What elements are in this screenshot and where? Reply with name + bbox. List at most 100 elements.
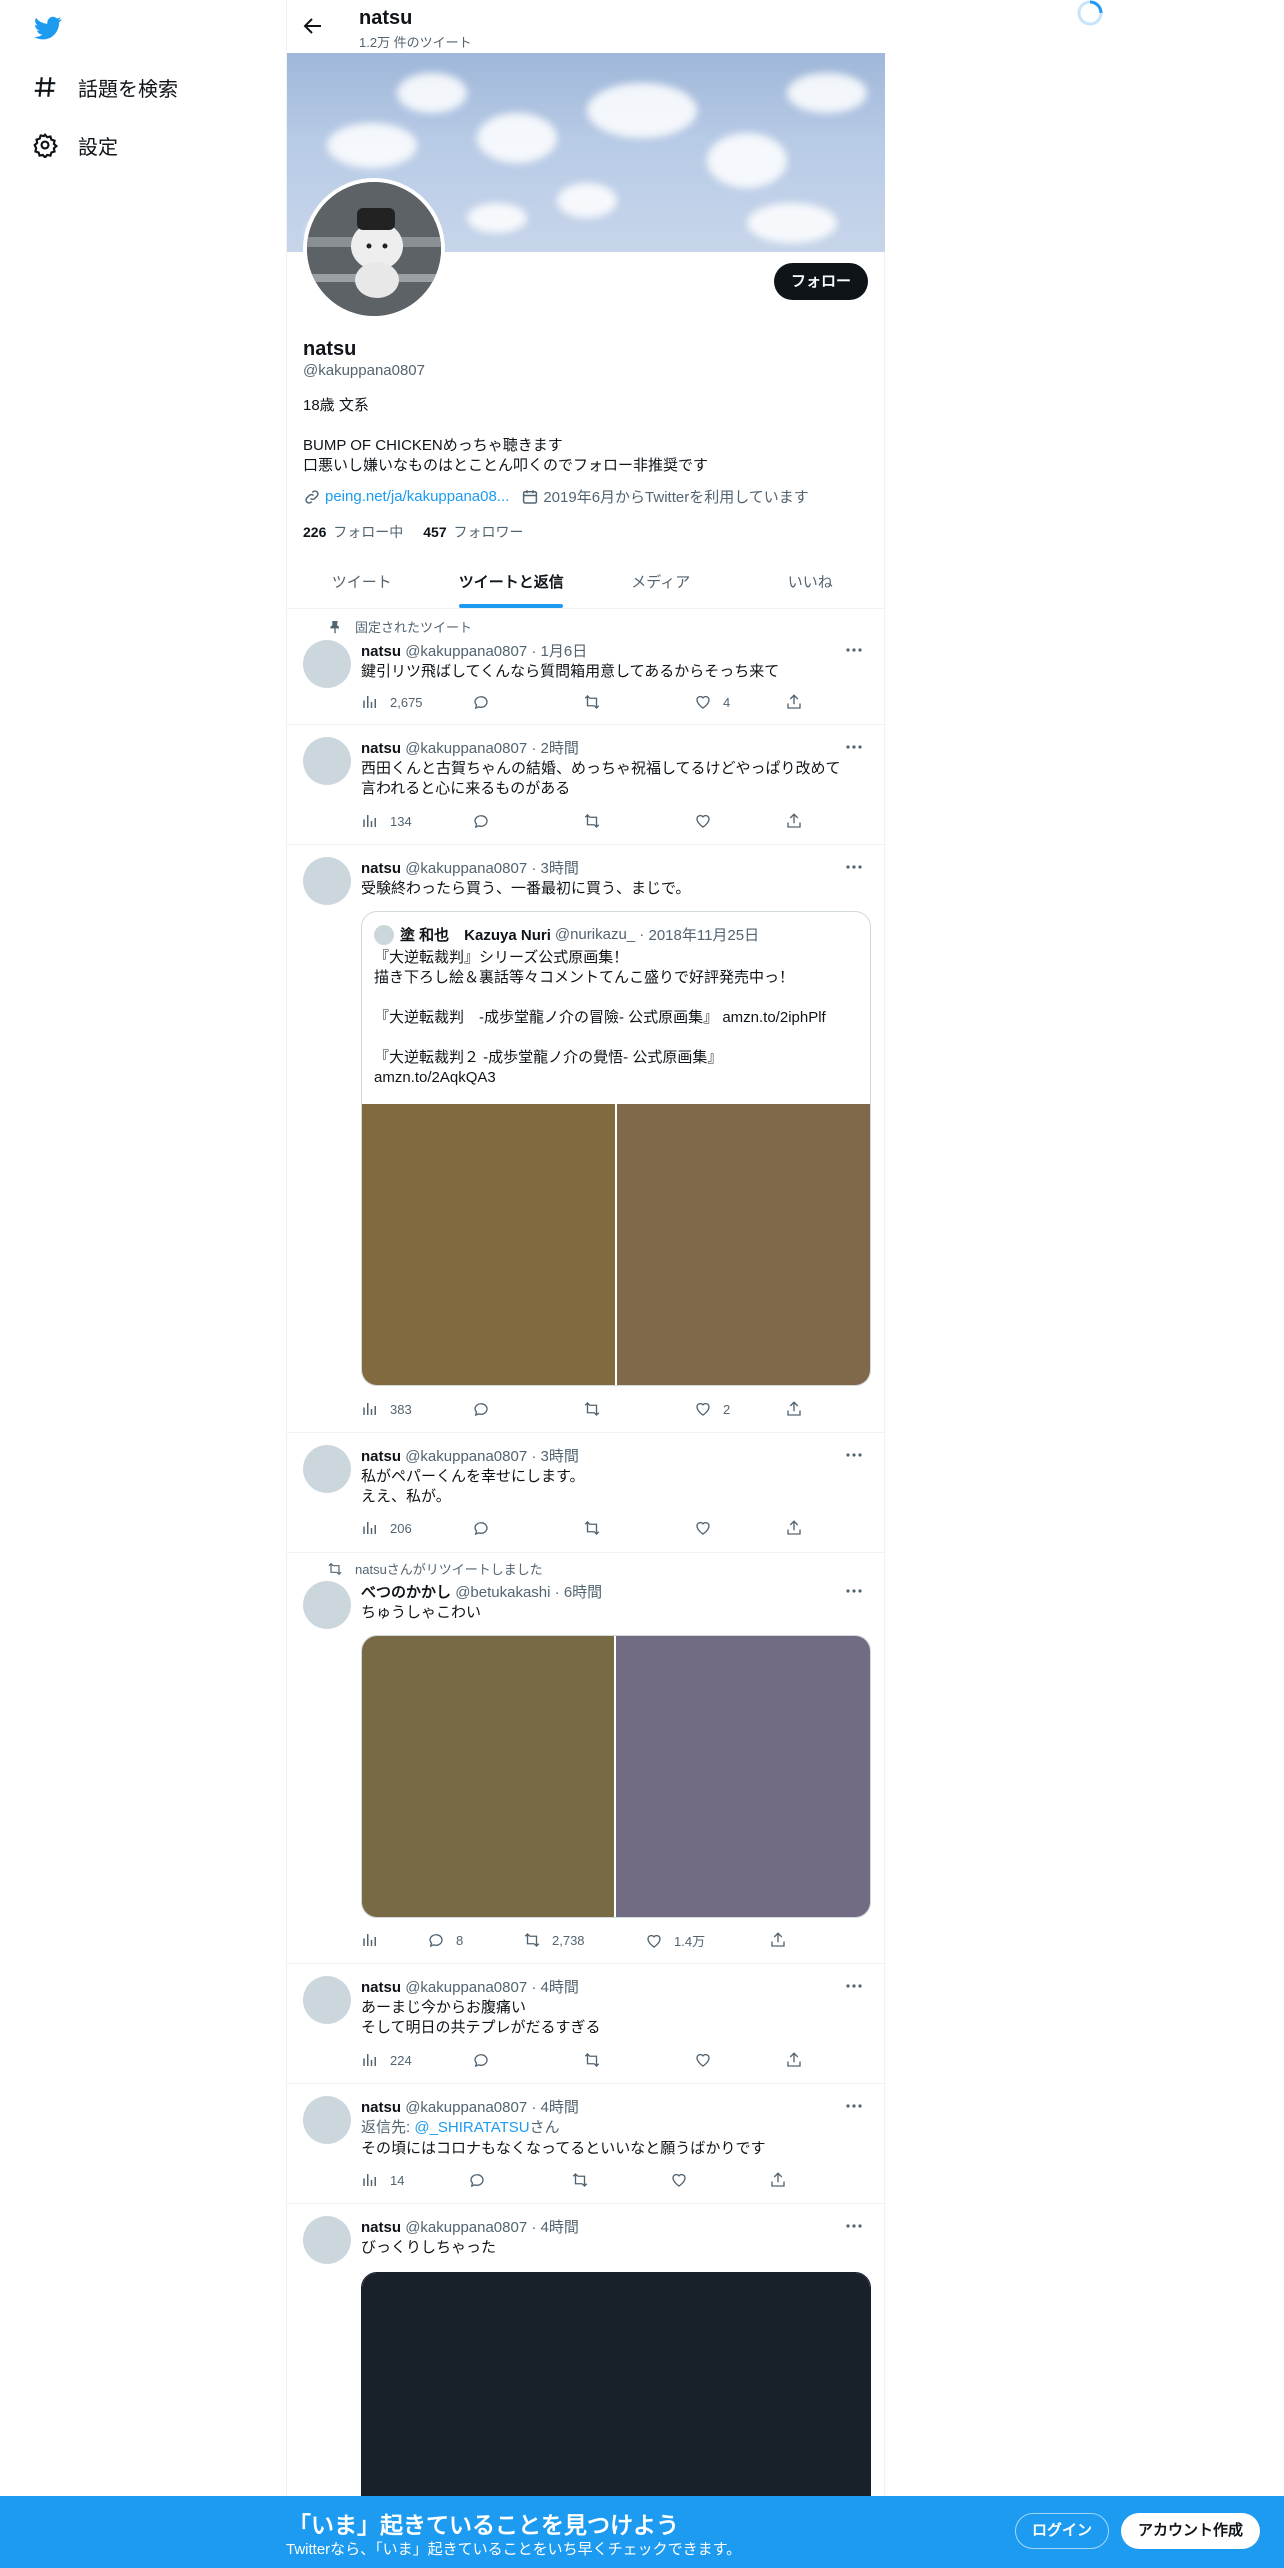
views-button[interactable]: 206	[361, 1519, 412, 1537]
tweet-time[interactable]: 4時間	[541, 1979, 579, 1996]
author-handle[interactable]: @kakuppana0807	[405, 2219, 527, 2236]
reply-button[interactable]	[472, 812, 501, 830]
like-button[interactable]	[694, 1519, 723, 1537]
more-icon[interactable]	[844, 1581, 864, 1601]
views-button[interactable]: 224	[361, 2051, 412, 2069]
retweet-button[interactable]	[583, 812, 612, 830]
signup-button[interactable]: アカウント作成	[1121, 2513, 1260, 2549]
share-button[interactable]	[785, 2051, 814, 2069]
tweet[interactable]: natsu @kakuppana0807 · 4時間 返信先: @_SHIRAT…	[287, 2084, 885, 2204]
tweet-time[interactable]: 3時間	[541, 860, 579, 877]
views-button[interactable]: 134	[361, 812, 412, 830]
followers-link[interactable]: 457 フォロワー	[423, 522, 523, 542]
retweet-button[interactable]	[583, 2051, 612, 2069]
author-handle[interactable]: @betukakashi	[455, 1584, 550, 1601]
twitter-logo-icon[interactable]	[32, 14, 64, 42]
tab-tweets-and-replies[interactable]: ツイートと返信	[437, 556, 587, 608]
profile-link[interactable]: peing.net/ja/kakuppana08...	[325, 488, 509, 505]
back-arrow-icon[interactable]	[301, 14, 325, 38]
like-button[interactable]: 4	[694, 693, 730, 711]
author-name[interactable]: natsu	[361, 860, 401, 877]
tab-tweets[interactable]: ツイート	[287, 556, 437, 608]
share-button[interactable]	[785, 812, 814, 830]
tweet[interactable]: natsuさんがリツイートしました べつのかかし @betukakashi · …	[287, 1553, 885, 1964]
more-icon[interactable]	[844, 1976, 864, 1996]
author-name[interactable]: natsu	[361, 1979, 401, 1996]
tab-likes[interactable]: いいね	[736, 556, 886, 608]
tweet-media[interactable]	[361, 1635, 871, 1918]
retweet-text[interactable]: natsuさんがリツイートしました	[355, 1559, 543, 1578]
like-button[interactable]: 2	[694, 1400, 730, 1418]
avatar[interactable]	[303, 1976, 351, 2024]
tweet-time[interactable]: 4時間	[541, 2099, 579, 2116]
reply-button[interactable]	[472, 693, 501, 711]
author-handle[interactable]: @kakuppana0807	[405, 860, 527, 877]
author-handle[interactable]: @kakuppana0807	[405, 740, 527, 757]
media-image-1[interactable]	[362, 1636, 615, 1917]
author-handle[interactable]: @kakuppana0807	[405, 2099, 527, 2116]
tweet-time[interactable]: 6時間	[564, 1584, 602, 1601]
quote-tweet[interactable]: 塗 和也 Kazuya Nuri @nurikazu_ · 2018年11月25…	[361, 911, 871, 1386]
reply-button[interactable]	[472, 1519, 501, 1537]
more-icon[interactable]	[844, 737, 864, 757]
reply-button[interactable]: 8	[427, 1931, 463, 1949]
views-button[interactable]	[361, 1931, 390, 1949]
more-icon[interactable]	[844, 640, 864, 660]
like-button[interactable]: 1.4万	[645, 1931, 705, 1950]
retweet-button[interactable]	[583, 693, 612, 711]
share-button[interactable]	[769, 2171, 798, 2189]
author-name[interactable]: natsu	[361, 2219, 401, 2236]
author-name[interactable]: natsu	[361, 1448, 401, 1465]
share-button[interactable]	[785, 1519, 814, 1537]
tweet[interactable]: natsu @kakuppana0807 · 3時間 私がペパーくんを幸せにしま…	[287, 1433, 885, 1553]
login-button[interactable]: ログイン	[1015, 2513, 1109, 2549]
profile-avatar[interactable]	[303, 178, 445, 320]
nav-explore[interactable]: 話題を検索	[32, 67, 178, 107]
avatar[interactable]	[303, 1581, 351, 1629]
reply-button[interactable]	[472, 1400, 501, 1418]
tweet[interactable]: natsu @kakuppana0807 · 2時間 西田くんと古賀ちゃんの結婚…	[287, 725, 885, 845]
tab-media[interactable]: メディア	[586, 556, 736, 608]
like-button[interactable]	[694, 812, 723, 830]
nav-settings[interactable]: 設定	[32, 125, 118, 165]
tweet-time[interactable]: 3時間	[541, 1448, 579, 1465]
follow-button[interactable]: フォロー	[774, 263, 868, 300]
tweet[interactable]: 固定されたツイート natsu @kakuppana0807 · 1月6日 鍵引…	[287, 609, 885, 725]
retweet-button[interactable]	[571, 2171, 600, 2189]
tweet-time[interactable]: 1月6日	[541, 643, 588, 660]
views-button[interactable]: 383	[361, 1400, 412, 1418]
author-handle[interactable]: @kakuppana0807	[405, 1448, 527, 1465]
share-button[interactable]	[785, 1400, 814, 1418]
avatar[interactable]	[303, 737, 351, 785]
tweet[interactable]: natsu @kakuppana0807 · 4時間 あーまじ今からお腹痛い そ…	[287, 1964, 885, 2084]
more-icon[interactable]	[844, 1445, 864, 1465]
retweet-button[interactable]	[583, 1400, 612, 1418]
avatar[interactable]	[303, 640, 351, 688]
retweet-button[interactable]	[583, 1519, 612, 1537]
retweet-button[interactable]: 2,738	[523, 1931, 585, 1949]
quote-image-1[interactable]	[362, 1104, 615, 1385]
tweet-time[interactable]: 2時間	[541, 740, 579, 757]
tweet-time[interactable]: 4時間	[541, 2219, 579, 2236]
views-button[interactable]: 14	[361, 2171, 404, 2189]
quote-media[interactable]	[362, 1104, 870, 1385]
avatar[interactable]	[303, 857, 351, 905]
tweet[interactable]: natsu @kakuppana0807 · 3時間 受験終わったら買う、一番最…	[287, 845, 885, 1433]
more-icon[interactable]	[844, 2216, 864, 2236]
more-icon[interactable]	[844, 857, 864, 877]
avatar[interactable]	[303, 2096, 351, 2144]
share-button[interactable]	[769, 1931, 798, 1949]
avatar[interactable]	[303, 1445, 351, 1493]
author-name[interactable]: べつのかかし	[361, 1584, 451, 1601]
more-icon[interactable]	[844, 2096, 864, 2116]
author-handle[interactable]: @kakuppana0807	[405, 643, 527, 660]
views-button[interactable]: 2,675	[361, 693, 423, 711]
reply-to-link[interactable]: @_SHIRATATSU	[414, 2119, 529, 2136]
author-name[interactable]: natsu	[361, 2099, 401, 2116]
share-button[interactable]	[785, 693, 814, 711]
reply-button[interactable]	[468, 2171, 497, 2189]
like-button[interactable]	[694, 2051, 723, 2069]
like-button[interactable]	[670, 2171, 699, 2189]
quote-image-2[interactable]	[617, 1104, 870, 1385]
author-name[interactable]: natsu	[361, 643, 401, 660]
